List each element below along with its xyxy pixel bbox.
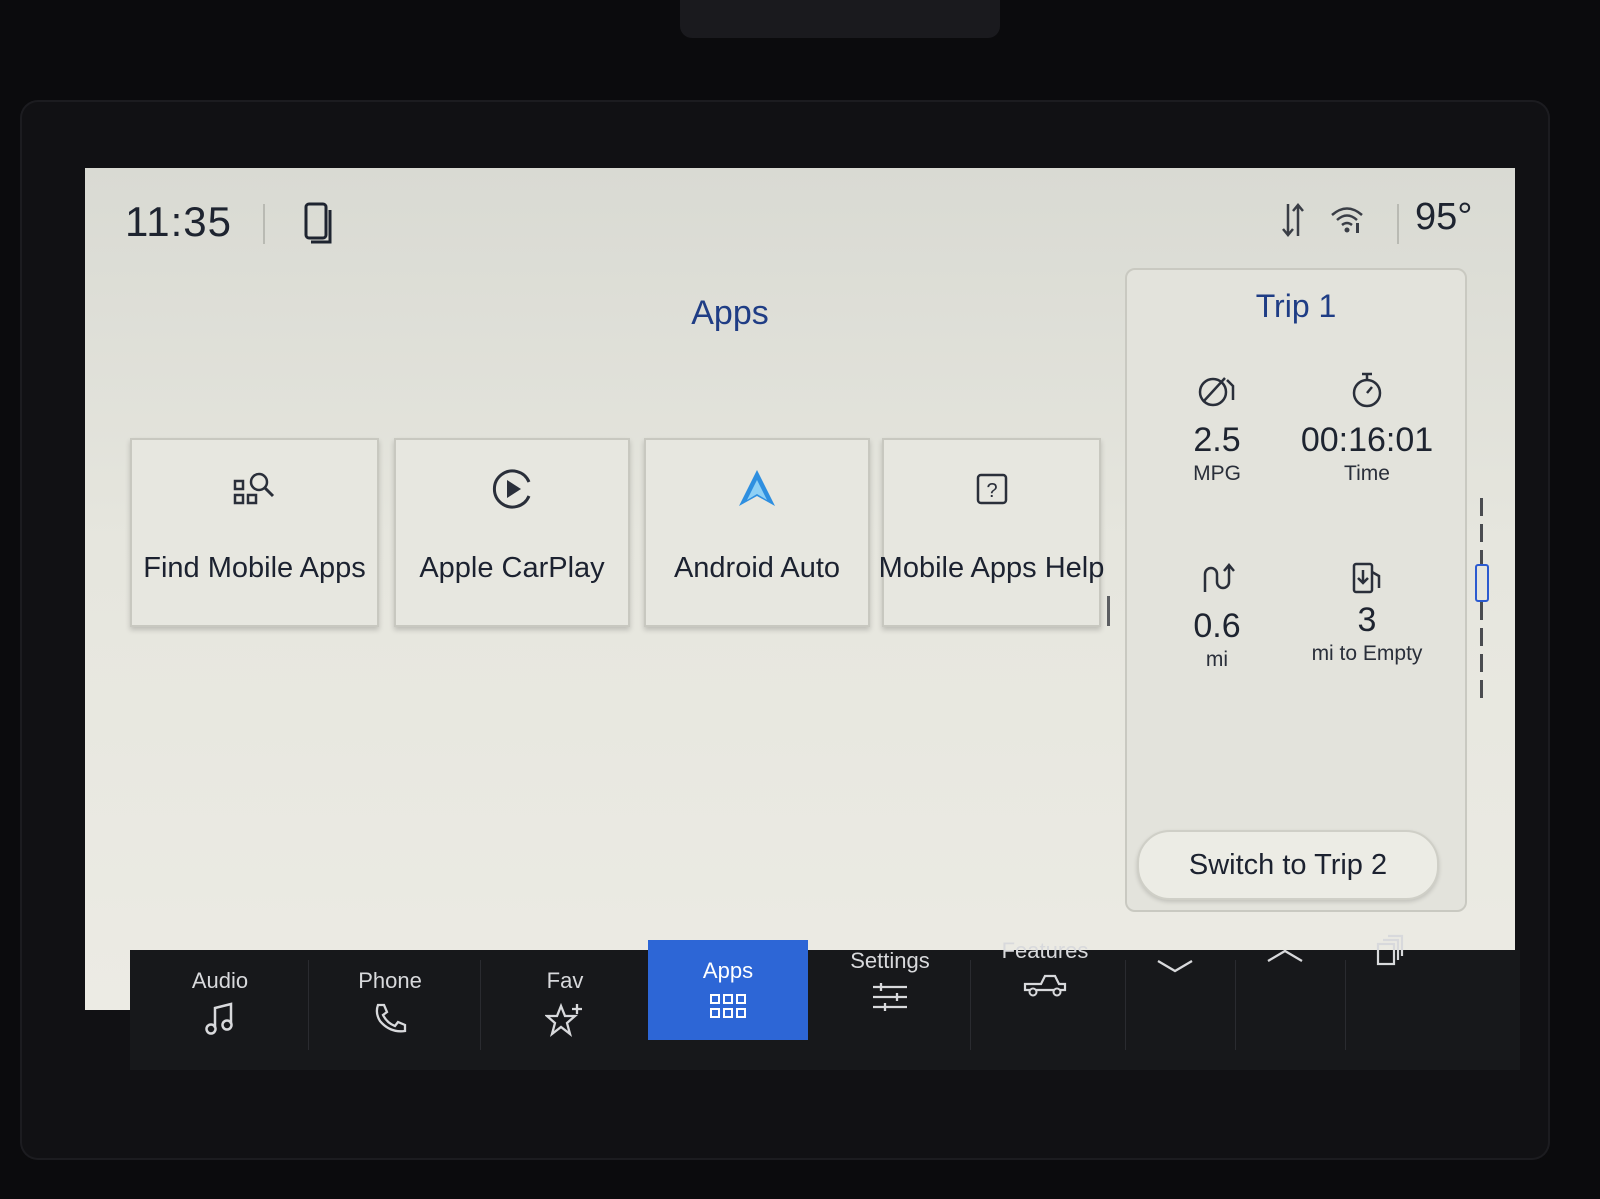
carplay-icon [489, 464, 535, 514]
trip-panel: Trip 1 2.5 MPG 00:16:01 Time 0.6 mi 3 mi… [1125, 268, 1467, 912]
clock: 11:35 [125, 198, 232, 245]
switch-trip-button[interactable]: Switch to Trip 2 [1137, 830, 1439, 900]
page-scroll-indicator [1107, 596, 1110, 626]
mobile-apps-help-tile[interactable]: ? Mobile Apps Help [879, 438, 1104, 627]
bottom-nav: Audio Phone Fav Apps Settings Features [130, 934, 1520, 1070]
nav-label: Apps [702, 958, 754, 983]
fuel-pump-icon [1352, 562, 1381, 594]
find-mobile-apps-tile[interactable]: Find Mobile Apps [130, 438, 379, 627]
android-auto-icon [737, 464, 777, 514]
app-switcher-button[interactable] [1315, 910, 1465, 1020]
outside-temperature: 95° [1415, 196, 1473, 238]
distance-value: 0.6 [1193, 607, 1241, 645]
mpg-unit: MPG [1193, 462, 1241, 485]
range-value: 3 [1357, 601, 1377, 639]
distance-unit: mi [1205, 648, 1229, 671]
status-bar: 11:35 95° [85, 168, 1515, 278]
nav-label: Features [1001, 938, 1089, 963]
dash-vent [680, 0, 1000, 38]
fuel-economy-icon [1198, 377, 1235, 407]
mpg-value: 2.5 [1193, 421, 1241, 459]
stopwatch-icon [1352, 372, 1382, 408]
data-transfer-icon [1280, 200, 1306, 245]
time-value: 00:16:01 [1300, 421, 1434, 459]
sliders-icon [871, 982, 909, 1017]
nav-divider [480, 960, 481, 1050]
svg-text:?: ? [986, 480, 997, 502]
tile-label: Apple CarPlay [419, 552, 605, 584]
android-auto-tile[interactable]: Android Auto [644, 438, 870, 627]
nav-label: Fav [546, 968, 584, 993]
distance-icon [1203, 563, 1235, 592]
chevron-up-icon [1265, 948, 1305, 969]
grid-icon [708, 992, 748, 1025]
nav-label: Audio [191, 968, 249, 993]
status-divider [263, 204, 265, 244]
phone-projection-icon[interactable] [303, 202, 335, 251]
find-apps-icon [231, 464, 279, 514]
music-note-icon [205, 1002, 235, 1041]
tile-label: Find Mobile Apps [143, 552, 366, 584]
star-plus-icon [543, 1002, 585, 1043]
help-icon: ? [975, 464, 1009, 514]
nav-label: Settings [850, 948, 930, 973]
chevron-down-icon [1155, 958, 1195, 979]
phone-handset-icon [372, 1002, 408, 1039]
status-divider [1397, 204, 1399, 244]
nav-divider [308, 960, 309, 1050]
tile-label: Mobile Apps Help [878, 552, 1105, 584]
panel-scroll-thumb[interactable] [1475, 564, 1489, 602]
nav-phone[interactable]: Phone [310, 950, 470, 1060]
trip-metric-time: 00:16:01 Time [1277, 370, 1457, 486]
nav-settings[interactable]: Settings [810, 930, 970, 1040]
trip-metric-distance: 0.6 mi [1137, 560, 1297, 672]
nav-label: Phone [358, 968, 422, 993]
trip-metric-mpg: 2.5 MPG [1137, 370, 1297, 486]
truck-icon [1023, 972, 1067, 1003]
wifi-hotspot-icon [1330, 204, 1364, 239]
nav-apps[interactable]: Apps [648, 940, 808, 1040]
trip-metric-range: 3 mi to Empty [1277, 560, 1457, 666]
time-unit: Time [1344, 462, 1390, 485]
trip-title: Trip 1 [1255, 288, 1337, 324]
infotainment-screen: 11:35 95° Apps Find Mobile Apps Apple Ca… [85, 168, 1515, 1010]
tile-label: Android Auto [673, 552, 841, 584]
range-unit: mi to Empty [1311, 642, 1423, 665]
nav-fav[interactable]: Fav [485, 950, 645, 1060]
layers-icon [1375, 934, 1405, 971]
apple-carplay-tile[interactable]: Apple CarPlay [394, 438, 630, 627]
page-title: Apps [691, 294, 769, 332]
nav-audio[interactable]: Audio [140, 950, 300, 1060]
